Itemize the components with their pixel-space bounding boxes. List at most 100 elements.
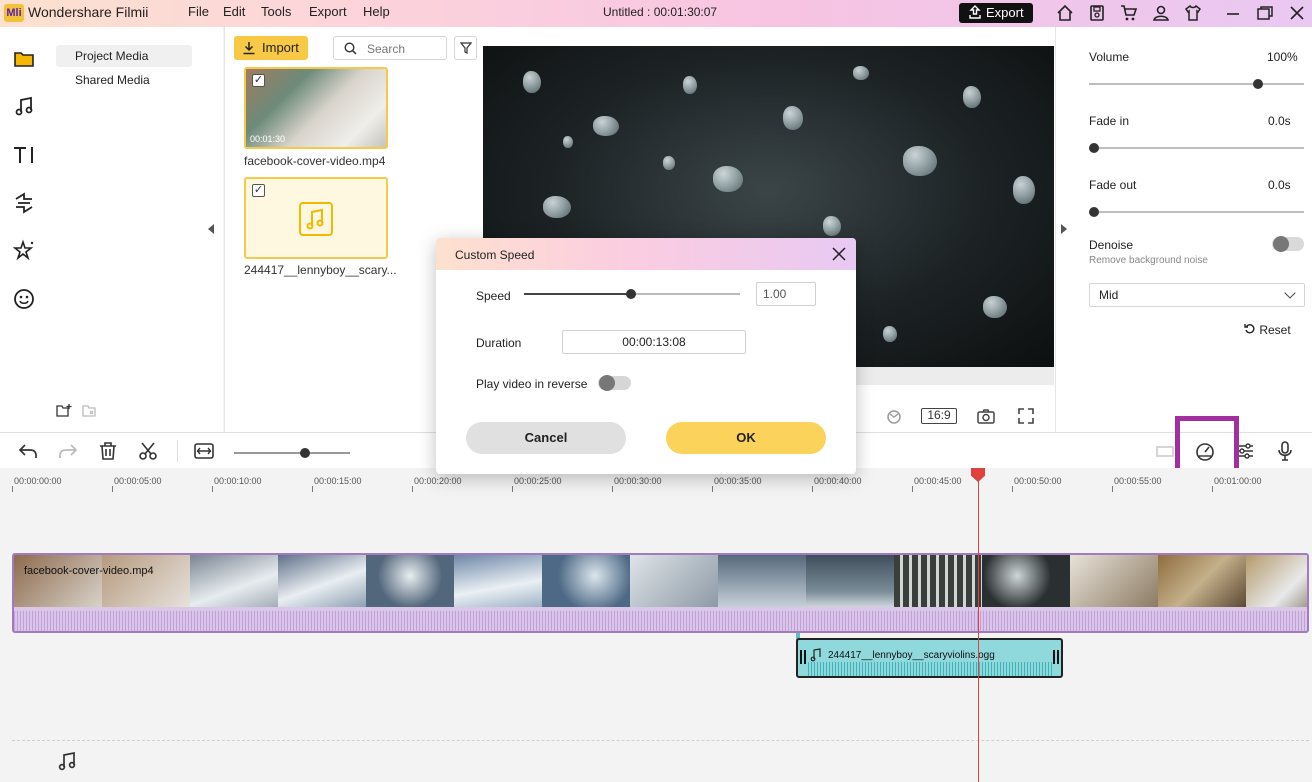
text-icon[interactable]: [12, 143, 36, 167]
speed-slider-fill: [524, 293, 631, 295]
media-thumbnail-audio[interactable]: ✓: [244, 177, 388, 259]
video-clip[interactable]: facebook-cover-video.mp4: [12, 553, 1309, 633]
filter-button[interactable]: [454, 36, 477, 60]
volume-slider-knob[interactable]: [1253, 79, 1263, 89]
crop-icon[interactable]: [1154, 440, 1176, 462]
media-name: 244417__lennyboy__scary...: [244, 263, 397, 277]
speed-slider-knob[interactable]: [626, 289, 636, 299]
render-icon[interactable]: [884, 406, 904, 426]
ruler-tick: 00:00:40:00: [814, 476, 862, 486]
minimize-icon[interactable]: [1224, 4, 1242, 22]
cut-icon[interactable]: [137, 440, 159, 462]
restore-icon[interactable]: [1256, 4, 1274, 22]
reset-icon: [1244, 324, 1255, 334]
denoise-toggle[interactable]: [1272, 236, 1304, 252]
speed-input[interactable]: 1.00: [756, 282, 816, 306]
export-button-label: Export: [986, 5, 1024, 20]
ruler-tick: 00:00:05:00: [114, 476, 162, 486]
fit-timeline-icon[interactable]: [193, 440, 215, 462]
ruler-tick: 00:00:50:00: [1014, 476, 1062, 486]
menu-export[interactable]: Export: [309, 4, 347, 19]
fadein-slider-knob[interactable]: [1089, 143, 1099, 153]
close-icon[interactable]: [1288, 4, 1306, 22]
document-duration: 00:01:30:07: [653, 5, 718, 19]
denoise-level-value: Mid: [1099, 288, 1119, 302]
fadeout-slider[interactable]: [1089, 211, 1304, 213]
new-folder-icon[interactable]: [56, 403, 72, 419]
denoise-level-select[interactable]: Mid: [1089, 283, 1305, 307]
transition-icon[interactable]: [12, 191, 36, 215]
menu-tools[interactable]: Tools: [261, 4, 291, 19]
close-icon[interactable]: [832, 247, 846, 261]
fadeout-label: Fade out: [1089, 178, 1137, 192]
search-input[interactable]: Search: [333, 36, 447, 60]
microphone-icon[interactable]: [1274, 440, 1296, 462]
playhead-line[interactable]: [978, 468, 979, 782]
audio-clip-left-handle[interactable]: [800, 650, 806, 664]
cart-icon[interactable]: [1120, 4, 1138, 22]
delete-folder-icon[interactable]: [82, 403, 98, 419]
home-icon[interactable]: [1056, 4, 1074, 22]
cancel-button[interactable]: Cancel: [466, 422, 626, 454]
tree-project-media[interactable]: Project Media: [56, 45, 192, 67]
delete-icon[interactable]: [97, 440, 119, 462]
ruler-tick: 00:00:45:00: [914, 476, 962, 486]
media-thumbnail-video[interactable]: ✓ 00:01:30: [244, 67, 388, 149]
collapse-props-arrow[interactable]: [1061, 224, 1067, 234]
music-note-icon: [810, 648, 821, 662]
export-button[interactable]: Export: [959, 3, 1033, 23]
audio-clip-waveform: [808, 662, 1053, 676]
upload-icon: [969, 5, 982, 19]
collapse-tree-arrow[interactable]: [208, 224, 214, 234]
undo-icon[interactable]: [17, 440, 39, 462]
effects-icon[interactable]: [12, 239, 36, 263]
zoom-slider[interactable]: [234, 452, 350, 454]
denoise-description: Remove background noise: [1089, 255, 1208, 266]
speed-label: Speed: [476, 289, 511, 303]
redo-icon[interactable]: [57, 440, 79, 462]
fadein-label: Fade in: [1089, 114, 1130, 128]
media-checkbox[interactable]: ✓: [252, 74, 265, 87]
fadein-slider[interactable]: [1089, 147, 1304, 149]
volume-value: 100%: [1267, 50, 1298, 64]
import-button-label: Import: [262, 40, 299, 55]
fullscreen-icon[interactable]: [1016, 406, 1036, 426]
audio-clip-right-handle[interactable]: [1053, 650, 1059, 664]
reverse-label: Play video in reverse: [476, 377, 588, 391]
ruler-tick: 00:00:10:00: [214, 476, 262, 486]
tree-shared-media[interactable]: Shared Media: [75, 73, 150, 87]
zoom-slider-knob[interactable]: [300, 448, 310, 458]
menu-edit[interactable]: Edit: [223, 4, 245, 19]
fadeout-slider-knob[interactable]: [1089, 207, 1099, 217]
import-button[interactable]: Import: [234, 36, 308, 60]
shirt-icon[interactable]: [1184, 4, 1202, 22]
aspect-ratio-button[interactable]: 16:9: [921, 408, 957, 424]
reset-button[interactable]: Reset: [1244, 323, 1291, 337]
music-track: [12, 740, 1309, 782]
toolbar-divider: [177, 440, 178, 462]
ruler-tick: 00:00:20:00: [414, 476, 462, 486]
search-icon: [344, 42, 357, 55]
sticker-icon[interactable]: [12, 287, 36, 311]
media-checkbox[interactable]: ✓: [252, 184, 265, 197]
account-icon[interactable]: [1152, 4, 1170, 22]
duration-field[interactable]: 00:00:13:08: [562, 330, 746, 354]
ruler-tick: 00:00:00:00: [14, 476, 62, 486]
audio-clip[interactable]: 244417__lennyboy__scaryviolins.ogg: [796, 638, 1063, 678]
music-track-icon: [58, 751, 76, 771]
audio-file-icon: [299, 202, 333, 236]
music-icon[interactable]: [12, 95, 36, 119]
filter-icon: [460, 42, 472, 54]
folder-icon[interactable]: [12, 47, 36, 71]
ok-button[interactable]: OK: [666, 422, 826, 454]
ruler-tick: 00:00:25:00: [514, 476, 562, 486]
ruler-tick: 00:00:35:00: [714, 476, 762, 486]
menu-file[interactable]: File: [188, 4, 209, 19]
camera-icon[interactable]: [976, 406, 996, 426]
save-icon[interactable]: [1088, 4, 1106, 22]
menu-help[interactable]: Help: [363, 4, 390, 19]
fadeout-value: 0.0s: [1268, 178, 1291, 192]
reverse-toggle[interactable]: [598, 375, 631, 391]
volume-slider[interactable]: [1089, 83, 1304, 85]
reset-label: Reset: [1259, 323, 1291, 337]
